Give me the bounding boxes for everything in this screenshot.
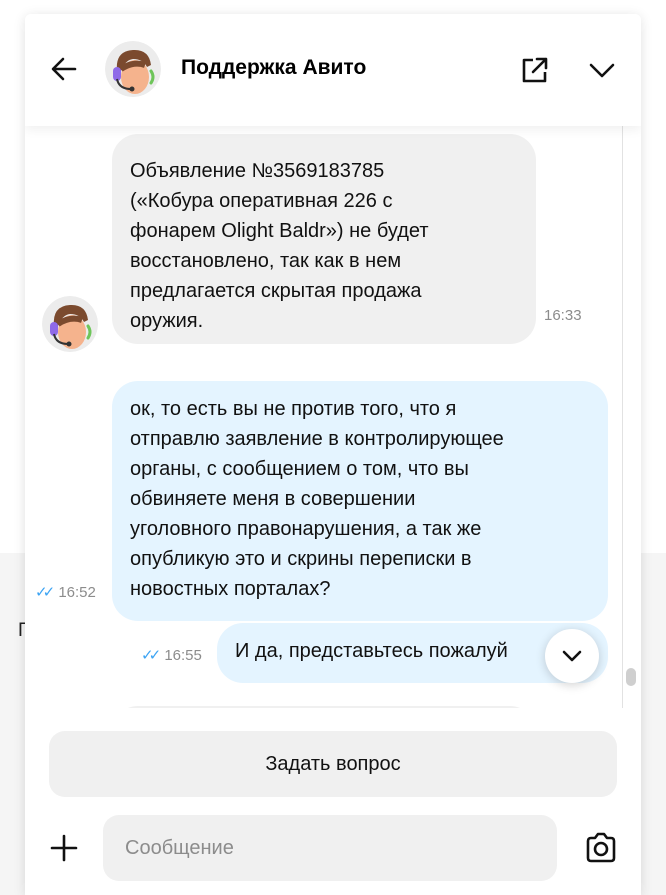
scroll-to-bottom-button[interactable]: [545, 629, 599, 683]
chevron-down-icon: [562, 650, 582, 662]
chat-footer: Задать вопрос: [25, 708, 641, 895]
message-text: Объявление №3569183785 («Кобура оператив…: [130, 160, 429, 332]
camera-icon[interactable]: [583, 831, 619, 865]
message-outgoing: ок, то есть вы не против того, что я отп…: [112, 381, 608, 621]
message-status: ✓✓ 16:55: [141, 646, 202, 664]
support-chat-panel: Поддержка Авито Объявление №3569183785 (…: [25, 14, 641, 895]
message-incoming: Объявление №3569183785 («Кобура оператив…: [112, 134, 536, 344]
double-check-icon: ✓✓: [35, 584, 55, 601]
support-avatar: [105, 41, 161, 97]
scrollbar-thumb[interactable]: [626, 668, 636, 686]
arrow-left-icon[interactable]: [49, 54, 79, 84]
double-check-icon: ✓✓: [141, 647, 161, 664]
message-time: 16:52: [58, 584, 96, 601]
support-avatar: [42, 296, 98, 352]
scrollbar-track[interactable]: [622, 126, 623, 708]
chat-title: Поддержка Авито: [181, 56, 367, 79]
chat-header: Поддержка Авито: [25, 14, 641, 126]
chevron-down-icon[interactable]: [587, 58, 617, 84]
message-status: ✓✓ 16:52: [35, 583, 96, 601]
message-text: И да, представьтесь пожалуй: [235, 640, 508, 662]
plus-icon[interactable]: [49, 833, 79, 863]
message-list[interactable]: Объявление №3569183785 («Кобура оператив…: [25, 126, 641, 708]
ask-question-button[interactable]: Задать вопрос: [49, 731, 617, 797]
message-input[interactable]: [103, 815, 557, 881]
message-time: 16:33: [544, 307, 582, 324]
message-time: 16:55: [164, 647, 202, 664]
message-text: ок, то есть вы не против того, что я отп…: [130, 398, 504, 600]
open-external-icon[interactable]: [519, 54, 551, 86]
